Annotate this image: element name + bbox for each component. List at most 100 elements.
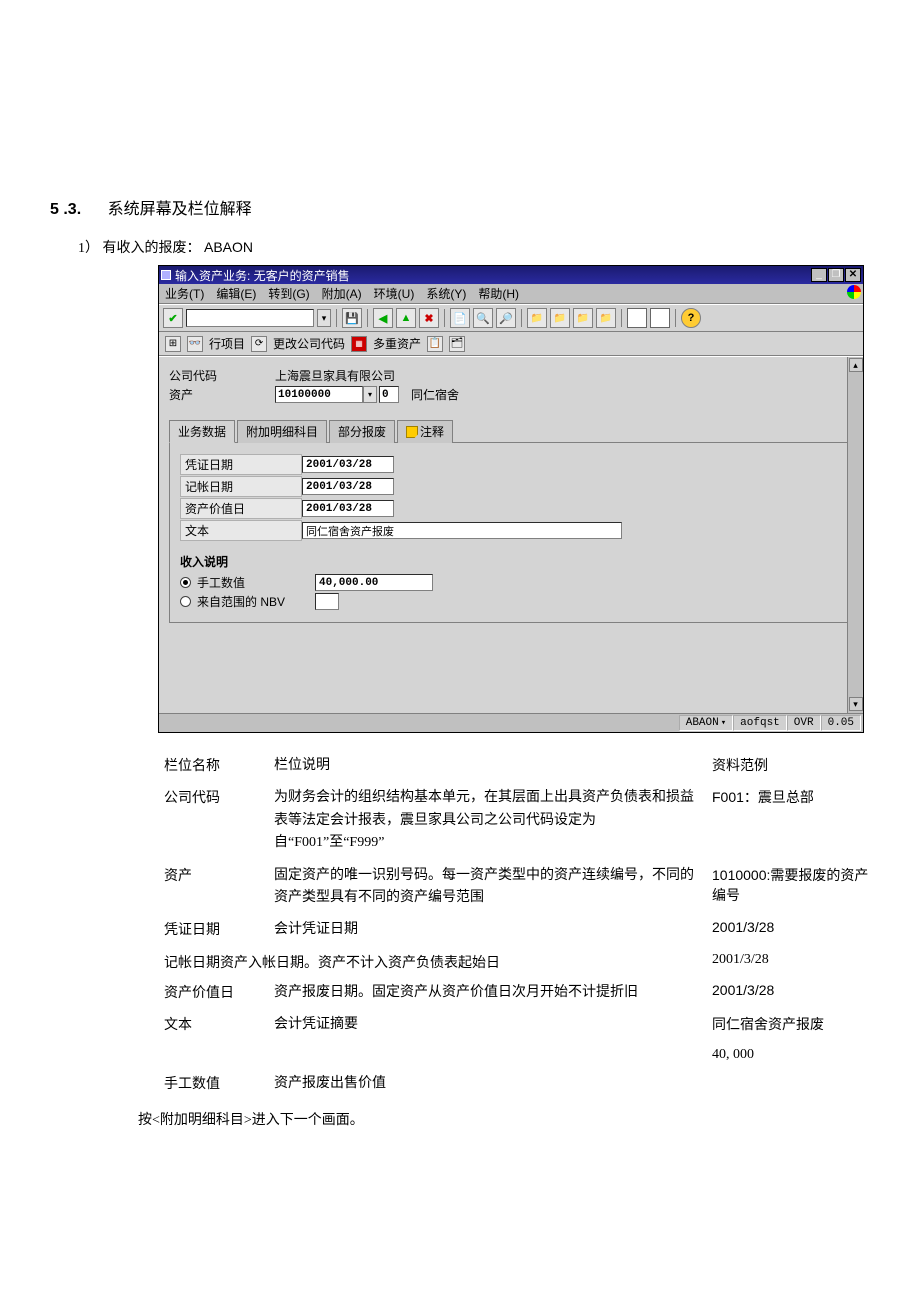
footnote: 按<附加明细科目>进入下一个画面。: [138, 1109, 870, 1129]
glasses-icon[interactable]: 👓: [187, 336, 203, 352]
subitem-line: 1） 有收入的报废： ABAON: [78, 237, 870, 257]
close-button[interactable]: ✕: [845, 268, 861, 282]
exit-button[interactable]: ▲: [396, 308, 416, 328]
standard-toolbar: ✔ ▾ ◀ ▲ ✖ 🔍 🔎 ?: [159, 304, 863, 332]
hdr-field-name: 栏位名称: [164, 755, 274, 775]
change-company-button[interactable]: 更改公司代码: [273, 335, 345, 352]
field-description-table: 栏位名称 栏位说明 资料范例 公司代码 为财务会计的组织结构基本单元，在其层面上…: [164, 755, 884, 1095]
radio-manual-label: 手工数值: [197, 574, 309, 591]
asset-label: 资产: [169, 386, 275, 403]
valdate-input[interactable]: 2001/03/28: [302, 500, 394, 517]
docdate-label: 凭证日期: [180, 454, 302, 475]
status-time: 0.05: [821, 715, 861, 731]
table-row: 文本 会计凭证摘要 同仁宿舍资产报废: [164, 1014, 884, 1036]
asset-sub-input[interactable]: 0: [379, 386, 399, 403]
table-row: 40, 000: [164, 1047, 884, 1063]
tab-additional-accounts[interactable]: 附加明细科目: [237, 420, 327, 443]
status-ovr: OVR: [787, 715, 821, 731]
sap-window: 输入资产业务: 无客户的资产销售 _ ❐ ✕ 业务(T) 编辑(E) 转到(G)…: [158, 265, 864, 733]
tab-transaction-data[interactable]: 业务数据: [169, 420, 235, 443]
statusbar: ABAON aofqst OVR 0.05: [159, 713, 863, 732]
application-toolbar: ⊞ 👓 行项目 ⟳ 更改公司代码 ▦ 多重资产 📋 🗂: [159, 332, 863, 356]
table-row: 手工数值 资产报废出售价值: [164, 1073, 884, 1095]
radio-nbv-label: 来自范围的 NBV: [197, 593, 309, 610]
radio-manual[interactable]: [180, 577, 191, 588]
menu-sys[interactable]: 系统(Y): [426, 285, 466, 302]
status-user: aofqst: [733, 715, 787, 731]
form-area: ▴ ▾ 公司代码 上海震旦家具有限公司 资产 10100000 ▾ 0 同仁宿舍…: [159, 356, 863, 713]
section-heading: 5 .3. 系统屏幕及栏位解释: [50, 195, 870, 219]
tab-partial-retirement[interactable]: 部分报废: [329, 420, 395, 443]
asset-description: 同仁宿舍: [411, 386, 459, 403]
titlebar: 输入资产业务: 无客户的资产销售 _ ❐ ✕: [159, 266, 863, 284]
scroll-down-icon[interactable]: ▾: [849, 697, 863, 711]
text-input[interactable]: 同仁宿舍资产报废: [302, 522, 622, 539]
table-row: 凭证日期 会计凭证日期 2001/3/28: [164, 919, 884, 941]
enter-button[interactable]: ✔: [163, 308, 183, 328]
shortcut-button[interactable]: [650, 308, 670, 328]
table-row: 公司代码 为财务会计的组织结构基本单元，在其层面上出具资产负债表和损益表等法定会…: [164, 787, 884, 854]
multi-asset-button[interactable]: 多重资产: [373, 335, 421, 352]
table-row: 资产价值日 资产报废日期。固定资产从资产价值日次月开始不计提折旧 2001/3/…: [164, 982, 884, 1004]
section-number: 5 .3.: [50, 201, 81, 218]
tabstrip: 业务数据 附加明细科目 部分报废 注释: [169, 419, 853, 443]
save-button[interactable]: [342, 308, 362, 328]
menu-help[interactable]: 帮助(H): [478, 285, 519, 302]
tab-note[interactable]: 注释: [397, 420, 453, 443]
first-page-button[interactable]: [527, 308, 547, 328]
postdate-input[interactable]: 2001/03/28: [302, 478, 394, 495]
app-icon: [161, 270, 171, 280]
last-page-button[interactable]: [596, 308, 616, 328]
company-value: 上海震旦家具有限公司: [275, 367, 395, 384]
income-section-title: 收入说明: [180, 553, 842, 570]
find-next-button[interactable]: 🔎: [496, 308, 516, 328]
table-row: 资产 固定资产的唯一识别号码。每一资产类型中的资产连续编号，不同的资产类型具有不…: [164, 865, 884, 910]
lineitem-button[interactable]: 行项目: [209, 335, 245, 352]
hdr-example: 资料范例: [712, 755, 882, 775]
menu-env[interactable]: 环境(U): [374, 285, 415, 302]
help-button[interactable]: ?: [681, 308, 701, 328]
print-button[interactable]: [450, 308, 470, 328]
find-button[interactable]: 🔍: [473, 308, 493, 328]
prev-page-button[interactable]: [550, 308, 570, 328]
docdate-input[interactable]: 2001/03/28: [302, 456, 394, 473]
asset-f4-icon[interactable]: ▾: [363, 386, 377, 403]
overview-icon[interactable]: ⊞: [165, 336, 181, 352]
command-dropdown[interactable]: ▾: [317, 309, 331, 327]
asset-input[interactable]: 10100000: [275, 386, 363, 403]
radio-nbv[interactable]: [180, 596, 191, 607]
tab-panel: 凭证日期 2001/03/28 记帐日期 2001/03/28 资产价值日 20…: [169, 443, 853, 623]
command-field[interactable]: [186, 309, 314, 327]
text-label: 文本: [180, 520, 302, 541]
menubar: 业务(T) 编辑(E) 转到(G) 附加(A) 环境(U) 系统(Y) 帮助(H…: [159, 284, 863, 304]
note-tab-icon: [406, 426, 418, 438]
hdr-field-desc: 栏位说明: [274, 755, 702, 777]
postdate-label: 记帐日期: [180, 476, 302, 497]
change-icon[interactable]: ⟳: [251, 336, 267, 352]
company-label: 公司代码: [169, 367, 275, 384]
new-session-button[interactable]: [627, 308, 647, 328]
multi-asset-icon[interactable]: ▦: [351, 336, 367, 352]
scroll-up-icon[interactable]: ▴: [849, 358, 863, 372]
nbv-input[interactable]: [315, 593, 339, 610]
simulate-icon[interactable]: 🗂: [449, 336, 465, 352]
menu-edit[interactable]: 编辑(E): [216, 285, 256, 302]
table-header-row: 栏位名称 栏位说明 资料范例: [164, 755, 884, 777]
status-tcode[interactable]: ABAON: [679, 715, 733, 731]
menu-extra[interactable]: 附加(A): [322, 285, 362, 302]
section-title: 系统屏幕及栏位解释: [108, 201, 252, 218]
manual-amount-input[interactable]: 40,000.00: [315, 574, 433, 591]
next-page-button[interactable]: [573, 308, 593, 328]
window-title: 输入资产业务: 无客户的资产销售: [175, 267, 350, 284]
note-icon[interactable]: 📋: [427, 336, 443, 352]
table-row: 记帐日期资产入帐日期。资产不计入资产负债表起始日 2001/3/28: [164, 952, 884, 972]
menu-goto[interactable]: 转到(G): [268, 285, 309, 302]
sap-logo-icon: [847, 285, 861, 299]
maximize-button[interactable]: ❐: [828, 268, 844, 282]
menu-biz[interactable]: 业务(T): [165, 285, 204, 302]
minimize-button[interactable]: _: [811, 268, 827, 282]
cancel-button[interactable]: ✖: [419, 308, 439, 328]
valdate-label: 资产价值日: [180, 498, 302, 519]
scrollbar[interactable]: ▴ ▾: [847, 357, 863, 713]
back-button[interactable]: ◀: [373, 308, 393, 328]
